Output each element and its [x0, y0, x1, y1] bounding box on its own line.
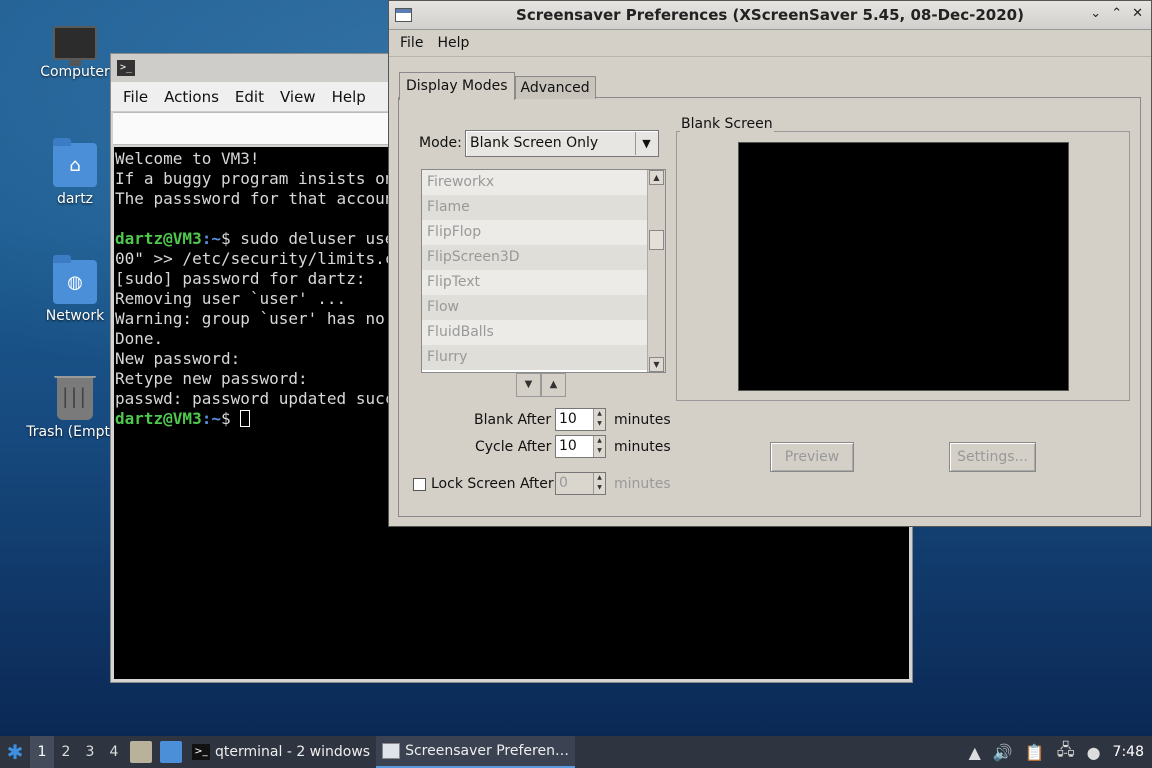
mode-select-value: Blank Screen Only — [470, 135, 599, 151]
menu-help[interactable]: Help — [324, 88, 374, 106]
file-manager-launcher-icon[interactable] — [130, 741, 152, 763]
workspace-1[interactable]: 1 — [30, 736, 54, 768]
stepper-arrows-icon[interactable]: ▲ ▼ — [593, 436, 605, 457]
tab-advanced[interactable]: Advanced — [514, 76, 596, 99]
workspace-3[interactable]: 3 — [78, 736, 102, 768]
system-tray: ▲ 🔊 📋 🖧 ● 7:48 — [963, 736, 1152, 768]
start-menu-icon[interactable]: ✱ — [0, 736, 30, 768]
preview-button[interactable]: Preview — [770, 442, 854, 472]
updates-icon[interactable]: ▲ — [969, 743, 981, 762]
list-scrollbar[interactable]: ▲ ▼ — [647, 170, 665, 372]
list-item[interactable]: FlipText — [422, 270, 647, 295]
prompt-path: :~ — [201, 229, 221, 248]
mode-label: Mode: — [419, 135, 462, 151]
trash-icon: ||| — [54, 376, 96, 420]
workspace-4[interactable]: 4 — [102, 736, 126, 768]
workspace-2[interactable]: 2 — [54, 736, 78, 768]
list-item[interactable]: FlipScreen3D — [422, 245, 647, 270]
scrollbar-thumb[interactable] — [649, 230, 664, 250]
scroll-up-icon[interactable]: ▲ — [649, 170, 664, 185]
window-icon — [382, 743, 401, 759]
cycle-after-stepper[interactable]: 10 ▲ ▼ — [555, 435, 606, 458]
blank-after-unit: minutes — [614, 412, 671, 428]
blank-after-value: 10 — [559, 411, 577, 427]
screensaver-menubar: File Help — [389, 30, 1151, 57]
window-icon — [395, 8, 412, 22]
list-item[interactable]: FluidBalls — [422, 320, 647, 345]
prompt-symbol: $ — [220, 409, 241, 428]
task-label: Screensaver Preferen… — [405, 743, 569, 759]
show-desktop-icon[interactable] — [160, 741, 182, 763]
prompt-path: :~ — [201, 409, 221, 428]
notification-icon[interactable]: ● — [1087, 743, 1101, 762]
menu-actions[interactable]: Actions — [156, 88, 227, 106]
clipboard-icon[interactable]: 📋 — [1025, 743, 1045, 762]
menu-file[interactable]: File — [393, 35, 430, 51]
cycle-after-label: Cycle After — [475, 439, 552, 455]
close-icon[interactable]: ✕ — [1132, 6, 1143, 21]
terminal-cursor — [240, 410, 251, 427]
screensaver-list[interactable]: Fireworkx Flame FlipFlop FlipScreen3D Fl… — [421, 169, 666, 373]
maximize-icon[interactable]: ⌃ — [1111, 6, 1122, 21]
home-folder-icon: ⌂ — [53, 138, 97, 187]
screensaver-window[interactable]: Screensaver Preferences (XScreenSaver 5.… — [388, 0, 1152, 527]
cycle-after-unit: minutes — [614, 439, 671, 455]
previous-mode-button[interactable]: ▲ — [541, 373, 566, 397]
task-screensaver[interactable]: Screensaver Preferen… — [376, 736, 575, 768]
prompt-user: dartz@VM3 — [115, 229, 202, 248]
tab-display-modes[interactable]: Display Modes — [399, 72, 515, 100]
lock-after-stepper[interactable]: 0 ▲ ▼ — [555, 472, 606, 495]
menu-help[interactable]: Help — [430, 35, 476, 51]
preview-screen — [738, 142, 1069, 391]
list-item[interactable]: Flame — [422, 195, 647, 220]
network-icon[interactable]: 🖧 — [1057, 739, 1075, 766]
task-label: qterminal - 2 windows — [215, 744, 371, 760]
blank-after-label: Blank After — [474, 412, 552, 428]
terminal-icon: >_ — [192, 744, 210, 760]
list-item[interactable]: FlipFlop — [422, 220, 647, 245]
blank-after-stepper[interactable]: 10 ▲ ▼ — [555, 408, 606, 431]
mode-select[interactable]: Blank Screen Only ▼ — [465, 130, 659, 157]
list-item[interactable]: Flurry — [422, 345, 647, 370]
menu-file[interactable]: File — [115, 88, 156, 106]
lock-after-value: 0 — [559, 475, 568, 491]
lock-screen-checkbox[interactable] — [413, 478, 426, 491]
chevron-down-icon: ▼ — [635, 132, 657, 155]
taskbar: ✱ 1 2 3 4 >_ qterminal - 2 windows Scree… — [0, 736, 1152, 768]
task-qterminal[interactable]: >_ qterminal - 2 windows — [186, 736, 376, 768]
computer-icon — [53, 26, 97, 66]
tab-bar: Display Modes Advanced — [399, 71, 596, 100]
volume-icon[interactable]: 🔊 — [993, 743, 1013, 762]
prompt-user: dartz@VM3 — [115, 409, 202, 428]
list-item[interactable]: Fireworkx — [422, 170, 647, 195]
lock-after-unit: minutes — [614, 476, 671, 492]
preview-frame-label: Blank Screen — [680, 116, 774, 132]
minimize-icon[interactable]: ⌄ — [1090, 6, 1101, 21]
menu-edit[interactable]: Edit — [227, 88, 272, 106]
scroll-down-icon[interactable]: ▼ — [649, 357, 664, 372]
network-folder-icon: ◍ — [53, 255, 97, 304]
stepper-arrows-icon[interactable]: ▲ ▼ — [593, 409, 605, 430]
cycle-after-value: 10 — [559, 438, 577, 454]
lock-screen-label: Lock Screen After — [431, 476, 554, 492]
clock[interactable]: 7:48 — [1113, 744, 1144, 760]
menu-view[interactable]: View — [272, 88, 324, 106]
next-mode-button[interactable]: ▼ — [516, 373, 541, 397]
window-title: Screensaver Preferences (XScreenSaver 5.… — [516, 6, 1024, 24]
settings-button[interactable]: Settings... — [949, 442, 1036, 472]
screensaver-titlebar[interactable]: Screensaver Preferences (XScreenSaver 5.… — [389, 1, 1151, 30]
terminal-icon: >_ — [117, 60, 135, 76]
stepper-arrows-icon[interactable]: ▲ ▼ — [593, 473, 605, 494]
list-item[interactable]: Flow — [422, 295, 647, 320]
